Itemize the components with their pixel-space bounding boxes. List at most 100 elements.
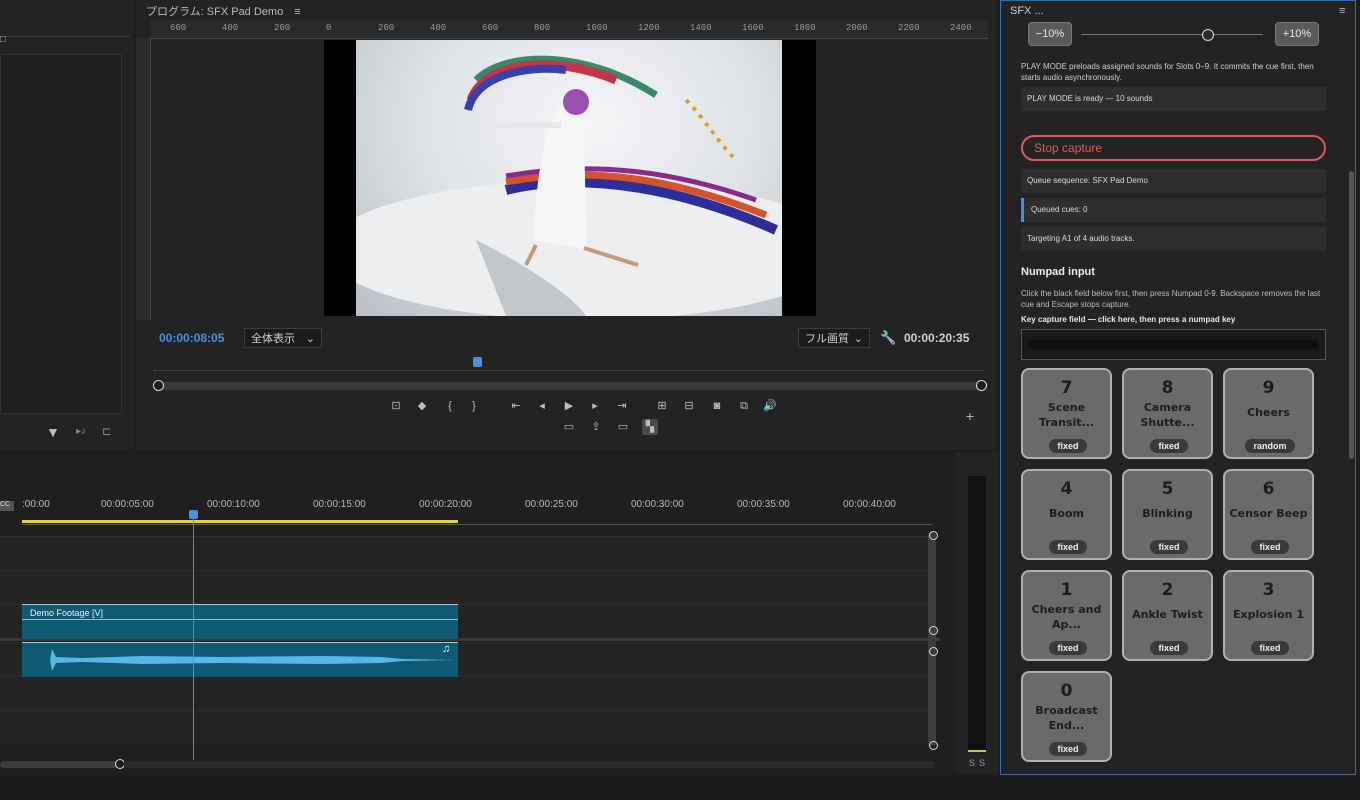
volume-slider-track[interactable] xyxy=(1081,34,1263,35)
extract-icon[interactable]: ⊟ xyxy=(681,398,697,414)
video-clip[interactable]: Demo Footage [V] xyxy=(22,604,458,639)
pad-sound-name: Explosion 1 xyxy=(1232,608,1304,621)
chevron-down-icon: ⌄ xyxy=(853,333,863,345)
track-a2[interactable] xyxy=(0,676,930,711)
zoom-handle-left[interactable] xyxy=(153,380,164,391)
camera-icon[interactable]: ◙ xyxy=(709,398,725,414)
monitor-zoom-bar[interactable] xyxy=(158,382,982,390)
clip-line xyxy=(22,619,458,620)
step-forward-icon[interactable]: ▸ xyxy=(587,398,603,414)
volume-up-button[interactable]: +10% xyxy=(1275,22,1319,46)
queue-sequence-info: Queue sequence: SFX Pad Demo xyxy=(1021,169,1326,193)
pad-mode-badge[interactable]: fixed xyxy=(1150,641,1188,655)
play-icon[interactable]: ▶ xyxy=(561,398,577,414)
pad-mode-badge[interactable]: fixed xyxy=(1150,439,1188,453)
bin-icon[interactable]: □ xyxy=(0,34,6,45)
export-icon[interactable]: ⊏ xyxy=(102,425,111,438)
mark-out-icon[interactable]: } xyxy=(466,398,482,414)
go-to-in-icon[interactable]: ⇤ xyxy=(508,398,524,414)
add-button-icon[interactable]: + xyxy=(962,408,978,424)
bin-list[interactable] xyxy=(0,54,122,414)
horizontal-scrollbar[interactable] xyxy=(0,761,124,768)
safe-margins-icon[interactable]: ▭ xyxy=(561,419,577,435)
sfx-pad-4[interactable]: 4 Boom fixed xyxy=(1021,469,1112,560)
export-icon[interactable]: ⇪ xyxy=(588,419,604,435)
playback-resolution-select[interactable]: フル画質 ⌄ xyxy=(798,328,870,348)
sfx-pad-3[interactable]: 3 Explosion 1 fixed xyxy=(1223,570,1314,661)
ruler-label: 400 xyxy=(430,23,447,33)
sfx-scrollbar[interactable] xyxy=(1349,171,1354,459)
scroll-handle[interactable] xyxy=(929,531,938,540)
pad-number: 9 xyxy=(1262,378,1275,398)
sfx-pad-5[interactable]: 5 Blinking fixed xyxy=(1122,469,1213,560)
work-area-bar[interactable] xyxy=(22,520,458,523)
timeline-playhead[interactable] xyxy=(193,514,194,760)
sfx-panel-title: SFX ... xyxy=(1010,5,1044,17)
video-frame[interactable] xyxy=(324,40,816,316)
timeline-time-ruler[interactable]: :00:00 00:00:05:00 00:00:10:00 00:00:15:00 0… xyxy=(0,499,940,519)
pad-mode-badge[interactable]: fixed xyxy=(1049,742,1087,756)
playhead-marker[interactable] xyxy=(473,357,482,367)
vr-video-icon[interactable]: ▭ xyxy=(615,419,631,435)
meter-solo-left[interactable]: S xyxy=(969,758,975,768)
pad-mode-badge[interactable]: fixed xyxy=(1251,641,1289,655)
sfx-pad-6[interactable]: 6 Censor Beep fixed xyxy=(1223,469,1314,560)
automate-icon[interactable]: ▸♪ xyxy=(76,426,86,437)
sfx-pad-1[interactable]: 1 Cheers and Ap... fixed xyxy=(1021,570,1112,661)
mark-in-icon[interactable]: { xyxy=(442,398,458,414)
sfx-pad-7[interactable]: 7 Scene Transit... fixed xyxy=(1021,368,1112,459)
sfx-pad-9[interactable]: 9 Cheers random xyxy=(1223,368,1314,459)
scroll-handle[interactable] xyxy=(929,741,938,750)
key-capture-field[interactable] xyxy=(1021,329,1326,360)
scroll-handle[interactable] xyxy=(929,647,938,656)
sfx-pad-8[interactable]: 8 Camera Shutte... fixed xyxy=(1122,368,1213,459)
pad-mode-badge[interactable]: fixed xyxy=(1251,540,1289,554)
current-timecode[interactable]: 00:00:08:05 xyxy=(159,331,224,345)
track-v3[interactable] xyxy=(0,536,930,571)
export-frame-icon[interactable]: ⊡ xyxy=(388,398,404,414)
pad-number: 0 xyxy=(1060,681,1073,701)
comparison-view-icon[interactable]: ⧉ xyxy=(736,398,752,414)
pad-sound-name: Camera Shutte... xyxy=(1140,401,1195,429)
pad-mode-badge[interactable]: fixed xyxy=(1049,641,1087,655)
playhead-handle[interactable] xyxy=(189,510,198,519)
sfx-pad-0[interactable]: 0 Broadcast End... fixed xyxy=(1021,671,1112,762)
scroll-handle[interactable] xyxy=(929,626,938,635)
audio-clip[interactable]: ♫ xyxy=(22,642,458,677)
timeline-ruler-label: 00:00:05:00 xyxy=(101,499,154,510)
zoom-handle-right[interactable] xyxy=(976,380,987,391)
step-back-icon[interactable]: ◂ xyxy=(534,398,550,414)
monitor-time-ruler[interactable] xyxy=(154,360,984,371)
go-to-out-icon[interactable]: ⇥ xyxy=(614,398,630,414)
multicam-icon[interactable]: ▚ xyxy=(642,419,658,435)
panel-menu-icon[interactable]: ≡ xyxy=(294,6,300,18)
timeline-ruler-label: 00:00:20:00 xyxy=(419,499,472,510)
volume-icon[interactable]: 🔊 xyxy=(762,398,778,414)
pad-sound-name: Scene Transit... xyxy=(1038,401,1095,429)
track-a3[interactable] xyxy=(0,710,930,745)
pad-sound-name: Cheers xyxy=(1247,406,1290,419)
stop-capture-button[interactable]: Stop capture xyxy=(1021,135,1326,161)
zoom-level-select[interactable]: 全体表示 ⌄ xyxy=(244,328,322,348)
pad-mode-badge[interactable]: fixed xyxy=(1150,540,1188,554)
vertical-scrollbar[interactable] xyxy=(928,532,936,746)
track-v2[interactable] xyxy=(0,570,930,605)
volume-slider-thumb[interactable] xyxy=(1202,29,1214,41)
panel-menu-icon[interactable]: ≡ xyxy=(1339,5,1345,17)
audio-note-icon: ♫ xyxy=(442,643,451,655)
lift-icon[interactable]: ⊞ xyxy=(654,398,670,414)
pad-mode-badge[interactable]: fixed xyxy=(1049,439,1087,453)
pad-mode-badge[interactable]: fixed xyxy=(1049,540,1087,554)
sfx-pad-2[interactable]: 2 Ankle Twist fixed xyxy=(1122,570,1213,661)
capture-field-inner xyxy=(1028,340,1318,349)
wrench-icon[interactable]: 🔧 xyxy=(880,330,896,346)
timeline-panel: CC :00:00 00:00:05:00 00:00:10:00 00:00:15:… xyxy=(0,452,954,774)
scroll-track[interactable] xyxy=(124,761,934,768)
status-bar xyxy=(0,776,1360,800)
pad-mode-badge[interactable]: random xyxy=(1245,439,1295,453)
filter-icon[interactable]: ▼ xyxy=(46,424,60,440)
volume-down-button[interactable]: −10% xyxy=(1028,22,1072,46)
add-marker-icon[interactable]: ◆ xyxy=(414,398,430,414)
timeline-ruler-label: 00:00:35:00 xyxy=(737,499,790,510)
meter-solo-right[interactable]: S xyxy=(979,758,985,768)
